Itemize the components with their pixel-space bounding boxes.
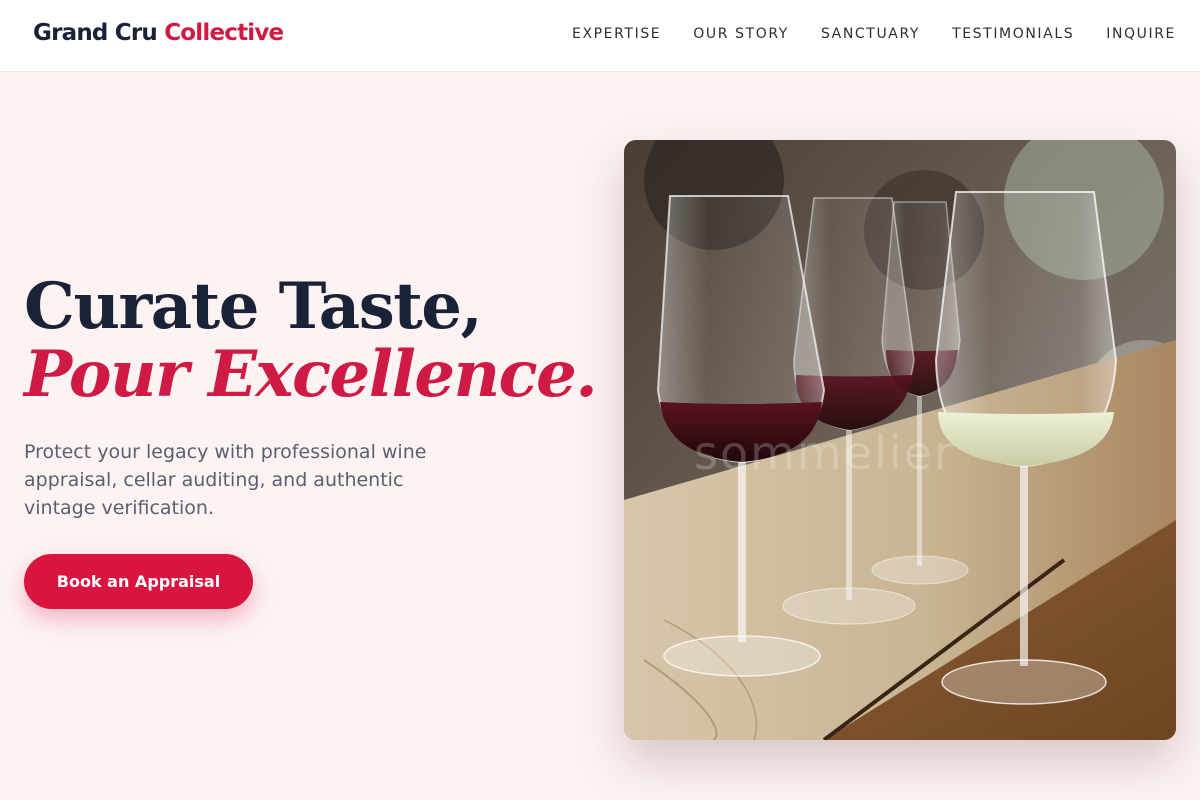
book-appraisal-button[interactable]: Book an Appraisal (24, 554, 253, 609)
photo-watermark: sommelier (694, 426, 955, 480)
hero-wine-glasses-photo: sommelier (624, 140, 1176, 740)
logo-accent-text: Collective (164, 20, 284, 46)
hero-headline: Curate Taste, Pour Excellence. (24, 269, 598, 412)
main-nav: EXPERTISE OUR STORY SANCTUARY TESTIMONIA… (572, 26, 1176, 42)
nav-link-our-story[interactable]: OUR STORY (693, 26, 789, 42)
hero-headline-line2: Pour Excellence. (24, 337, 598, 412)
nav-link-sanctuary[interactable]: SANCTUARY (821, 26, 920, 42)
hero-subtitle: Protect your legacy with professional wi… (24, 441, 427, 519)
brand-logo[interactable]: Grand Cru Collective (33, 20, 284, 46)
nav-link-testimonials[interactable]: TESTIMONIALS (952, 26, 1074, 42)
logo-primary-text: Grand Cru (33, 20, 158, 46)
site-header: Grand Cru Collective EXPERTISE OUR STORY… (0, 0, 1200, 72)
hero-headline-line1: Curate Taste, (24, 269, 483, 344)
nav-link-expertise[interactable]: EXPERTISE (572, 26, 661, 42)
nav-link-inquire[interactable]: INQUIRE (1106, 26, 1176, 42)
